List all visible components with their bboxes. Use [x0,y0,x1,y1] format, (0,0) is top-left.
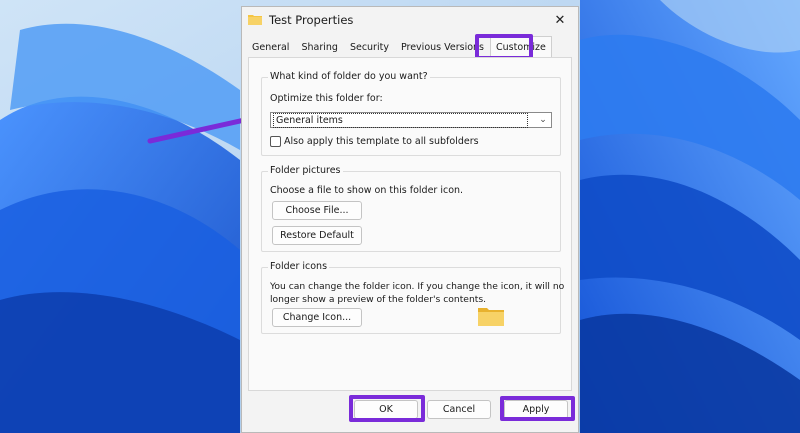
ok-button-highlight [349,395,425,422]
apply-subfolders-checkbox[interactable] [270,136,281,147]
customize-panel: What kind of folder do you want? Optimiz… [248,57,572,391]
folder-pictures-group: Folder pictures Choose a file to show on… [261,165,561,252]
window-title: Test Properties [269,13,354,27]
optimize-select-value: General items [273,113,528,128]
properties-dialog: Test Properties ✕ General Sharing Securi… [241,6,579,433]
folder-pictures-group-label: Folder pictures [268,165,343,176]
folder-icons-group: Folder icons You can change the folder i… [261,261,565,334]
optimize-select[interactable]: General items ⌄ [270,112,552,128]
apply-subfolders-label: Also apply this template to all subfolde… [284,136,479,147]
chevron-down-icon: ⌄ [539,115,547,125]
choose-file-button[interactable]: Choose File... [272,201,362,220]
tab-general[interactable]: General [246,38,295,57]
icons-description-line1: You can change the folder icon. If you c… [270,281,565,292]
change-icon-button[interactable]: Change Icon... [272,308,362,327]
title-bar: Test Properties ✕ [242,7,578,35]
folder-icon [248,15,262,25]
close-button[interactable]: ✕ [542,7,578,33]
tab-security[interactable]: Security [344,38,395,57]
folder-icons-group-label: Folder icons [268,261,330,272]
folder-type-group-label: What kind of folder do you want? [268,71,430,82]
close-icon: ✕ [554,12,566,28]
restore-default-button[interactable]: Restore Default [272,226,362,245]
folder-type-group: What kind of folder do you want? Optimiz… [261,71,561,156]
tab-sharing[interactable]: Sharing [295,38,343,57]
folder-preview-icon [478,308,504,326]
cancel-button[interactable]: Cancel [427,400,491,419]
apply-button-highlight [500,396,575,421]
optimize-label: Optimize this folder for: [270,93,383,104]
pictures-description: Choose a file to show on this folder ico… [270,185,464,196]
icons-description-line2: longer show a preview of the folder's co… [270,294,487,305]
